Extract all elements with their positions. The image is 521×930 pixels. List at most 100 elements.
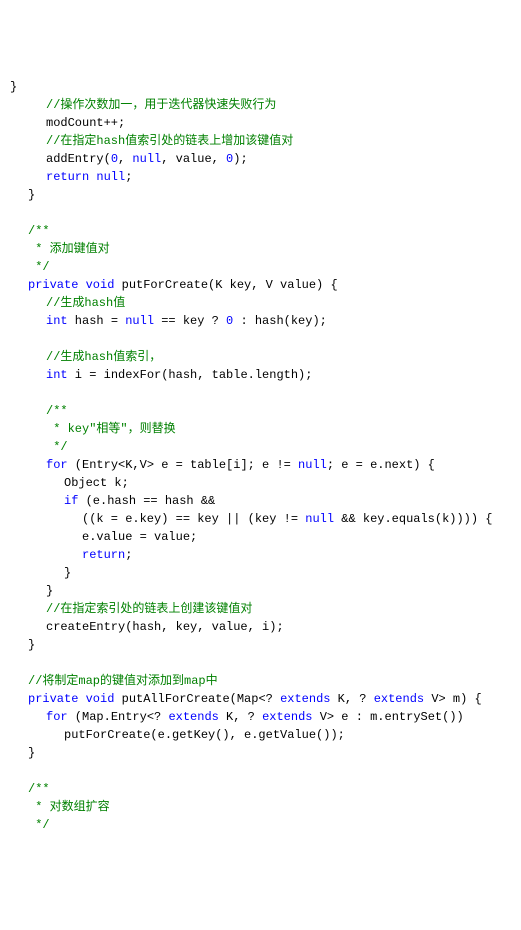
code-text — [10, 656, 17, 670]
code-text: ); — [233, 152, 247, 166]
keyword-text: for — [46, 710, 68, 724]
code-line: } — [10, 564, 511, 582]
code-text — [10, 386, 17, 400]
code-line: */ — [10, 258, 511, 276]
keyword-text: for — [46, 458, 68, 472]
code-text: : hash(key); — [233, 314, 327, 328]
code-line: if (e.hash == hash && — [10, 492, 511, 510]
keyword-text: 0 — [111, 152, 118, 166]
code-line: */ — [10, 438, 511, 456]
code-text — [10, 764, 17, 778]
code-line: ((k = e.key) == key || (key != null && k… — [10, 510, 511, 528]
comment-text: * 对数组扩容 — [28, 800, 110, 814]
code-line: */ — [10, 816, 511, 834]
code-text: } — [64, 566, 71, 580]
code-text: hash = — [68, 314, 126, 328]
code-line: } — [10, 744, 511, 762]
code-line: int hash = null == key ? 0 : hash(key); — [10, 312, 511, 330]
comment-text: */ — [46, 440, 68, 454]
code-line: /** — [10, 780, 511, 798]
code-text: , — [118, 152, 132, 166]
code-line: private void putAllForCreate(Map<? exten… — [10, 690, 511, 708]
code-line: /** — [10, 402, 511, 420]
comment-text: */ — [28, 818, 50, 832]
code-line: * 对数组扩容 — [10, 798, 511, 816]
code-line: for (Map.Entry<? extends K, ? extends V>… — [10, 708, 511, 726]
code-line: addEntry(0, null, value, 0); — [10, 150, 511, 168]
keyword-text: null — [305, 512, 334, 526]
keyword-text: extends — [168, 710, 218, 724]
code-text: putAllForCreate(Map<? — [114, 692, 280, 706]
keyword-text: int — [46, 368, 68, 382]
code-line: createEntry(hash, key, value, i); — [10, 618, 511, 636]
code-page: { "lines": [ {"indent":0,"spans":[{"t":"… — [0, 0, 521, 930]
keyword-text: null — [125, 314, 154, 328]
code-line: putForCreate(e.getKey(), e.getValue()); — [10, 726, 511, 744]
code-text: } — [10, 80, 17, 94]
code-text: ; e = e.next) { — [327, 458, 435, 472]
code-line — [10, 654, 511, 672]
code-line: //生成hash值索引， — [10, 348, 511, 366]
code-text — [10, 206, 17, 220]
code-line: //生成hash值 — [10, 294, 511, 312]
code-text: K, ? — [219, 710, 262, 724]
comment-text: * key"相等"，则替换 — [46, 422, 176, 436]
code-line: * 添加键值对 — [10, 240, 511, 258]
code-text: } — [28, 746, 35, 760]
code-line: private void putForCreate(K key, V value… — [10, 276, 511, 294]
code-text: putForCreate(e.getKey(), e.getValue()); — [64, 728, 345, 742]
code-text: } — [28, 638, 35, 652]
code-line: modCount++; — [10, 114, 511, 132]
keyword-text: null — [298, 458, 327, 472]
code-line: return null; — [10, 168, 511, 186]
code-text: addEntry( — [46, 152, 111, 166]
code-text: (Entry<K,V> e = table[i]; e != — [68, 458, 298, 472]
comment-text: //生成hash值索引， — [46, 350, 161, 364]
code-text: putForCreate(K key, V value) { — [114, 278, 337, 292]
code-text: modCount++; — [46, 116, 125, 130]
comment-text: //生成hash值 — [46, 296, 125, 310]
code-text: ; — [125, 548, 132, 562]
code-text: e.value = value; — [82, 530, 197, 544]
code-line: //在指定hash值索引处的链表上增加该键值对 — [10, 132, 511, 150]
code-line: //操作次数加一，用于迭代器快速失败行为 — [10, 96, 511, 114]
keyword-text: int — [46, 314, 68, 328]
code-text: V> m) { — [424, 692, 482, 706]
keyword-text: return — [82, 548, 125, 562]
comment-text: //操作次数加一，用于迭代器快速失败行为 — [46, 98, 276, 112]
keyword-text: return null — [46, 170, 125, 184]
comment-text: /** — [28, 782, 50, 796]
code-line — [10, 330, 511, 348]
code-text: (e.hash == hash && — [78, 494, 215, 508]
code-text: } — [28, 188, 35, 202]
comment-text: * 添加键值对 — [28, 242, 110, 256]
code-line: /** — [10, 222, 511, 240]
comment-text: //在指定hash值索引处的链表上增加该键值对 — [46, 134, 293, 148]
code-line: } — [10, 636, 511, 654]
code-block: } //操作次数加一，用于迭代器快速失败行为 modCount++; //在指定has… — [10, 78, 511, 834]
code-line — [10, 384, 511, 402]
code-text — [10, 332, 17, 346]
code-line — [10, 762, 511, 780]
code-text: && key.equals(k)))) { — [334, 512, 492, 526]
code-line: for (Entry<K,V> e = table[i]; e != null;… — [10, 456, 511, 474]
code-line: int i = indexFor(hash, table.length); — [10, 366, 511, 384]
code-line: return; — [10, 546, 511, 564]
keyword-text: null — [132, 152, 161, 166]
keyword-text: extends — [262, 710, 312, 724]
keyword-text: extends — [374, 692, 424, 706]
code-text: (Map.Entry<? — [68, 710, 169, 724]
code-text: V> e : m.entrySet()) — [313, 710, 464, 724]
code-line: } — [10, 78, 511, 96]
code-line: * key"相等"，则替换 — [10, 420, 511, 438]
code-line: //在指定索引处的链表上创建该键值对 — [10, 600, 511, 618]
code-text: ; — [125, 170, 132, 184]
code-text: } — [46, 584, 53, 598]
code-text: ((k = e.key) == key || (key != — [82, 512, 305, 526]
code-line: Object k; — [10, 474, 511, 492]
comment-text: //在指定索引处的链表上创建该键值对 — [46, 602, 252, 616]
code-text: i = indexFor(hash, table.length); — [68, 368, 313, 382]
comment-text: //将制定map的键值对添加到map中 — [28, 674, 218, 688]
code-text: == key ? — [154, 314, 226, 328]
code-line: } — [10, 186, 511, 204]
